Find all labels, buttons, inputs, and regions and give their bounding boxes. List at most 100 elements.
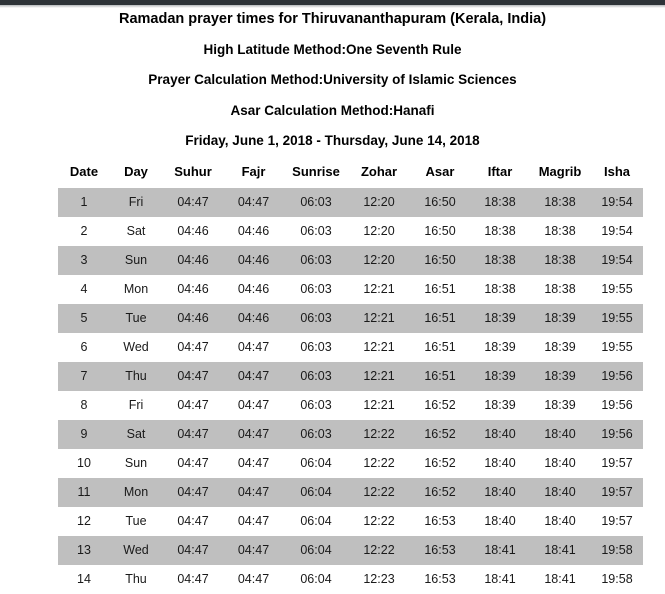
cell-date: 12 xyxy=(58,506,110,536)
cell-magrib: 18:39 xyxy=(529,390,591,420)
table-row: 4 Mon 04:46 04:46 06:03 12:21 16:51 18:38 18:38 1… xyxy=(58,274,643,304)
column-header-day: Day xyxy=(124,163,148,179)
cell-suhur: 04:46 xyxy=(162,303,224,333)
cell-fajr: 04:47 xyxy=(224,535,283,565)
cell-isha: 19:54 xyxy=(591,245,643,275)
cell-asar: 16:51 xyxy=(409,332,471,362)
cell-fajr: 04:47 xyxy=(224,361,283,391)
cell-isha: 19:55 xyxy=(591,332,643,362)
prayer-calculation-method-line: Prayer Calculation Method:University of … xyxy=(148,72,517,87)
table-row: 11 Mon 04:47 04:47 06:04 12:22 16:52 18:40 18:40… xyxy=(58,477,643,507)
column-header-zohar: Zohar xyxy=(360,163,398,179)
cell-suhur: 04:47 xyxy=(162,419,224,449)
cell-fajr: 04:47 xyxy=(224,564,283,594)
cell-sunrise: 06:03 xyxy=(283,245,349,275)
cell-day: Fri xyxy=(110,390,162,420)
cell-zohar: 12:20 xyxy=(349,187,409,217)
cell-suhur: 04:47 xyxy=(162,448,224,478)
cell-sunrise: 06:03 xyxy=(283,216,349,246)
cell-iftar: 18:41 xyxy=(471,564,529,594)
table-row: 12 Tue 04:47 04:47 06:04 12:22 16:53 18:40 18:40… xyxy=(58,506,643,536)
cell-sunrise: 06:04 xyxy=(283,535,349,565)
high-latitude-method-line: High Latitude Method:One Seventh Rule xyxy=(203,41,462,57)
cell-asar: 16:52 xyxy=(409,448,471,478)
table-row: 7 Thu 04:47 04:47 06:03 12:21 16:51 18:39 18:39 1… xyxy=(58,361,643,391)
cell-fajr: 04:46 xyxy=(224,274,283,304)
column-header-sunrise: Sunrise xyxy=(292,163,340,179)
cell-zohar: 12:22 xyxy=(349,448,409,478)
cell-fajr: 04:47 xyxy=(224,187,283,217)
cell-sunrise: 06:04 xyxy=(283,477,349,507)
cell-asar: 16:53 xyxy=(409,506,471,536)
cell-asar: 16:51 xyxy=(409,274,471,304)
cell-day: Tue xyxy=(110,506,162,536)
table-row: 14 Thu 04:47 04:47 06:04 12:23 16:53 18:41 18:41… xyxy=(58,564,643,594)
cell-fajr: 04:46 xyxy=(224,245,283,275)
cell-day: Tue xyxy=(110,303,162,333)
cell-iftar: 18:39 xyxy=(471,303,529,333)
cell-isha: 19:55 xyxy=(591,274,643,304)
cell-sunrise: 06:03 xyxy=(283,274,349,304)
cell-sunrise: 06:04 xyxy=(283,564,349,594)
table-row: 1 Fri 04:47 04:47 06:03 12:20 16:50 18:38 18:38 1… xyxy=(58,187,643,217)
cell-sunrise: 06:03 xyxy=(283,361,349,391)
cell-isha: 19:58 xyxy=(591,535,643,565)
cell-asar: 16:53 xyxy=(409,535,471,565)
cell-day: Wed xyxy=(110,535,162,565)
cell-fajr: 04:47 xyxy=(224,477,283,507)
cell-magrib: 18:41 xyxy=(529,535,591,565)
cell-isha: 19:57 xyxy=(591,477,643,507)
cell-suhur: 04:47 xyxy=(162,390,224,420)
cell-date: 1 xyxy=(58,187,110,217)
cell-date: 4 xyxy=(58,274,110,304)
cell-zohar: 12:22 xyxy=(349,506,409,536)
table-row: 2 Sat 04:46 04:46 06:03 12:20 16:50 18:38 18:38 1… xyxy=(58,216,643,246)
cell-zohar: 12:22 xyxy=(349,419,409,449)
cell-date: 11 xyxy=(58,477,110,507)
cell-magrib: 18:41 xyxy=(529,564,591,594)
cell-asar: 16:53 xyxy=(409,564,471,594)
cell-magrib: 18:39 xyxy=(529,303,591,333)
cell-iftar: 18:38 xyxy=(471,274,529,304)
cell-fajr: 04:47 xyxy=(224,332,283,362)
cell-zohar: 12:20 xyxy=(349,216,409,246)
cell-day: Sun xyxy=(110,448,162,478)
table-body: 1 Fri 04:47 04:47 06:03 12:20 16:50 18:38 18:38 1… xyxy=(58,187,643,594)
cell-isha: 19:57 xyxy=(591,448,643,478)
cell-day: Fri xyxy=(110,187,162,217)
cell-zohar: 12:21 xyxy=(349,361,409,391)
cell-date: 13 xyxy=(58,535,110,565)
cell-asar: 16:51 xyxy=(409,361,471,391)
cell-sunrise: 06:03 xyxy=(283,303,349,333)
cell-isha: 19:58 xyxy=(591,564,643,594)
cell-iftar: 18:39 xyxy=(471,390,529,420)
column-header-suhur: Suhur xyxy=(174,163,212,179)
cell-magrib: 18:38 xyxy=(529,216,591,246)
cell-fajr: 04:47 xyxy=(224,390,283,420)
cell-sunrise: 06:03 xyxy=(283,390,349,420)
cell-suhur: 04:47 xyxy=(162,187,224,217)
cell-asar: 16:52 xyxy=(409,419,471,449)
cell-magrib: 18:40 xyxy=(529,419,591,449)
cell-fajr: 04:46 xyxy=(224,303,283,333)
cell-asar: 16:50 xyxy=(409,245,471,275)
cell-magrib: 18:40 xyxy=(529,506,591,536)
cell-date: 6 xyxy=(58,332,110,362)
cell-suhur: 04:46 xyxy=(162,216,224,246)
cell-iftar: 18:40 xyxy=(471,419,529,449)
cell-date: 10 xyxy=(58,448,110,478)
cell-zohar: 12:21 xyxy=(349,332,409,362)
cell-iftar: 18:41 xyxy=(471,535,529,565)
cell-zohar: 12:20 xyxy=(349,245,409,275)
cell-iftar: 18:38 xyxy=(471,216,529,246)
cell-suhur: 04:47 xyxy=(162,361,224,391)
column-header-magrib: Magrib xyxy=(538,163,582,179)
cell-iftar: 18:38 xyxy=(471,187,529,217)
cell-magrib: 18:38 xyxy=(529,245,591,275)
cell-suhur: 04:46 xyxy=(162,274,224,304)
cell-magrib: 18:39 xyxy=(529,361,591,391)
cell-zohar: 12:23 xyxy=(349,564,409,594)
cell-suhur: 04:47 xyxy=(162,535,224,565)
cell-sunrise: 06:04 xyxy=(283,506,349,536)
cell-isha: 19:57 xyxy=(591,506,643,536)
